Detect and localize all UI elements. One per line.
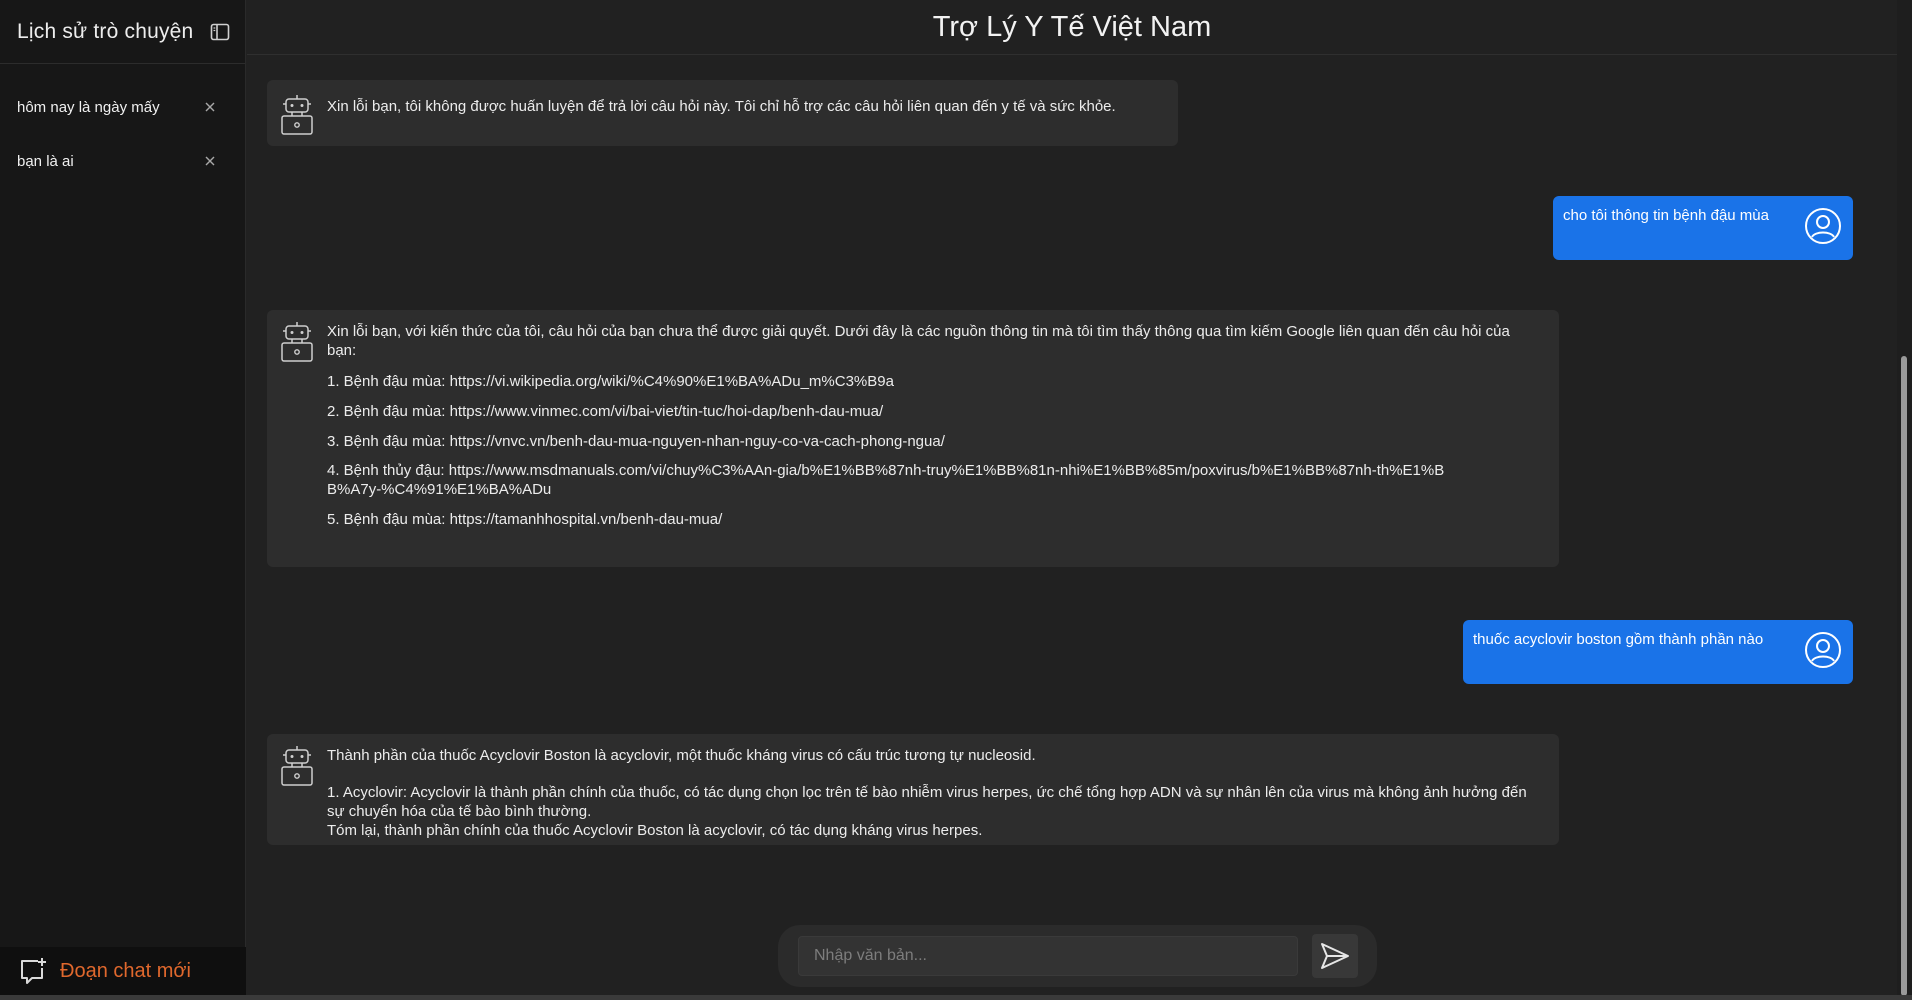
- source-link-item[interactable]: 3. Bệnh đậu mùa: https://vnvc.vn/benh-da…: [327, 432, 1534, 451]
- message-text: Xin lỗi bạn, với kiến thức của tôi, câu …: [327, 323, 1510, 359]
- chat-area[interactable]: Xin lỗi bạn, tôi không được huấn luyện đ…: [247, 56, 1897, 926]
- robot-icon: [281, 746, 313, 786]
- bottom-border: [0, 995, 1912, 1000]
- source-link-item[interactable]: 2. Bệnh đậu mùa: https://www.vinmec.com/…: [327, 402, 1534, 421]
- history-item-label: hôm nay là ngày mấy: [17, 98, 160, 116]
- header: Trợ Lý Y Tế Việt Nam: [247, 0, 1897, 55]
- source-link-item[interactable]: 4. Bệnh thủy đậu: https://www.msdmanuals…: [327, 461, 1457, 499]
- send-icon: [1321, 943, 1349, 969]
- source-link-item[interactable]: 5. Bệnh đậu mùa: https://tamanhhospital.…: [327, 510, 1534, 529]
- bot-message: Xin lỗi bạn, tôi không được huấn luyện đ…: [267, 80, 1178, 146]
- message-text: 1. Acyclovir: Acyclovir là thành phần ch…: [327, 784, 1527, 820]
- page-title: Trợ Lý Y Tế Việt Nam: [932, 10, 1212, 43]
- new-chat-button[interactable]: Đoạn chat mới: [0, 947, 246, 995]
- message-input-bar: [778, 925, 1377, 987]
- message-text: Tóm lại, thành phần chính của thuốc Acyc…: [327, 822, 983, 839]
- message-text: Thành phần của thuốc Acyclovir Boston là…: [327, 747, 1036, 764]
- robot-icon: [281, 322, 313, 362]
- scrollbar[interactable]: [1897, 0, 1912, 1000]
- bot-message: Thành phần của thuốc Acyclovir Boston là…: [267, 734, 1559, 845]
- chat-history-list: hôm nay là ngày mấy bạn là ai: [0, 64, 245, 188]
- bot-message: Xin lỗi bạn, với kiến thức của tôi, câu …: [267, 310, 1559, 567]
- sidebar-title: Lịch sử trò chuyện: [17, 19, 194, 43]
- scrollbar-thumb[interactable]: [1901, 356, 1907, 996]
- main-panel: Trợ Lý Y Tế Việt Nam Xin lỗi bạn, tôi kh…: [247, 0, 1897, 1000]
- close-icon[interactable]: [203, 100, 217, 114]
- message-text: Xin lỗi bạn, tôi không được huấn luyện đ…: [327, 98, 1116, 115]
- sidebar-header: Lịch sử trò chuyện: [0, 0, 245, 64]
- user-message: cho tôi thông tin bệnh đậu mùa: [1553, 196, 1853, 260]
- history-item[interactable]: hôm nay là ngày mấy: [0, 80, 245, 134]
- source-link-item[interactable]: 1. Bệnh đậu mùa: https://vi.wikipedia.or…: [327, 372, 1534, 391]
- close-icon[interactable]: [203, 154, 217, 168]
- new-chat-icon: [21, 958, 46, 984]
- sidebar: Lịch sử trò chuyện hôm nay là ngày mấy b…: [0, 0, 246, 1000]
- robot-icon: [281, 95, 313, 135]
- message-text: cho tôi thông tin bệnh đậu mùa: [1563, 207, 1769, 224]
- message-input[interactable]: [798, 936, 1298, 976]
- user-message: thuốc acyclovir boston gồm thành phần nà…: [1463, 620, 1853, 684]
- sidebar-toggle-icon[interactable]: [209, 21, 231, 43]
- message-text: thuốc acyclovir boston gồm thành phần nà…: [1473, 631, 1764, 648]
- history-item-label: bạn là ai: [17, 152, 74, 170]
- user-avatar-icon: [1805, 208, 1841, 244]
- send-button[interactable]: [1312, 934, 1358, 978]
- new-chat-label: Đoạn chat mới: [60, 959, 191, 982]
- history-item[interactable]: bạn là ai: [0, 134, 245, 188]
- user-avatar-icon: [1805, 632, 1841, 668]
